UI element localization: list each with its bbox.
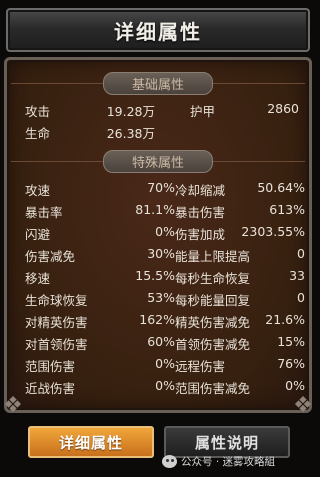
stat-value: 0 [297,290,305,305]
stat-value: 15.5% [135,268,175,283]
ornament-icon: ❖ [3,393,23,418]
special-section-header: 特殊属性 [7,149,309,173]
attributes-panel: 基础属性 攻击 19.28万 护甲 2860 生命 26.38万 特殊属性 攻速… [3,57,313,418]
stat-row: 对首领伤害 60% 首领伤害减免 15% [25,334,305,356]
page-title: 详细属性 [114,19,202,44]
stat-row: 近战伤害 0% 范围伤害减免 0% [25,378,305,400]
stat-label: 生命 [25,126,51,141]
stat-label: 暴击伤害 [175,205,226,220]
stat-label: 能量上限提高 [175,249,251,264]
stat-label: 每秒生命恢复 [175,271,251,286]
stat-row: 生命球恢复 53% 每秒能量回复 0 [25,290,305,312]
stat-label: 远程伤害 [175,359,226,374]
stat-value: 0% [155,378,175,393]
stat-label: 伤害减免 [25,249,76,264]
stat-label: 每秒能量回复 [175,293,251,308]
basic-section-header: 基础属性 [7,71,309,95]
stat-label: 攻击 [25,104,51,119]
stat-row: 暴击率 81.1% 暴击伤害 613% [25,202,305,224]
tab-detailed-attributes[interactable]: 详细属性 [28,426,154,458]
stat-label: 攻速 [25,183,51,198]
stat-label: 对精英伤害 [25,315,88,330]
stat-value: 613% [269,202,305,217]
watermark-text: 公众号 · 迷雾攻略組 [181,455,276,468]
stat-value: 76% [277,356,305,371]
stat-label: 对首领伤害 [25,337,88,352]
stat-value: 19.28万 [106,104,155,119]
stat-label: 移速 [25,271,51,286]
stat-label: 闪避 [25,227,51,242]
stat-label: 范围伤害 [25,359,76,374]
stat-row: 生命 26.38万 [25,123,305,145]
special-section-title: 特殊属性 [102,149,213,173]
basic-section-title: 基础属性 [102,71,213,95]
stat-label: 近战伤害 [25,381,76,396]
stat-value: 162% [139,312,175,327]
stat-row: 攻击 19.28万 护甲 2860 [25,101,305,123]
stat-label: 首领伤害减免 [175,337,251,352]
stat-value: 26.38万 [106,126,155,141]
stat-label: 生命球恢复 [25,293,88,308]
stat-label: 伤害加成 [175,227,226,242]
stat-label: 护甲 [190,104,216,119]
stat-value: 0 [297,246,305,261]
stat-value: 70% [147,180,175,195]
stat-row: 闪避 0% 伤害加成 2303.55% [25,224,305,246]
stat-row: 对精英伤害 162% 精英伤害减免 21.6% [25,312,305,334]
stat-row: 攻速 70% 冷却缩减 50.64% [25,180,305,202]
stat-value: 2303.55% [241,224,305,239]
stat-value: 60% [147,334,175,349]
stat-value: 0% [155,224,175,239]
stat-value: 50.64% [257,180,305,195]
stat-row: 伤害减免 30% 能量上限提高 0 [25,246,305,268]
stat-value: 53% [147,290,175,305]
stat-value: 2860 [267,101,299,116]
stat-value: 33 [289,268,305,283]
stat-value: 15% [277,334,305,349]
stat-label: 冷却缩减 [175,183,226,198]
page-header: 详细属性 [6,8,310,52]
stat-label: 精英伤害减免 [175,315,251,330]
ornament-icon: ❖ [293,393,313,418]
stat-row: 范围伤害 0% 远程伤害 76% [25,356,305,378]
watermark: 公众号 · 迷雾攻略組 [162,452,312,470]
stat-value: 30% [147,246,175,261]
stat-label: 暴击率 [25,205,63,220]
stat-row: 移速 15.5% 每秒生命恢复 33 [25,268,305,290]
stat-value: 21.6% [265,312,305,327]
stat-value: 0% [285,378,305,393]
wechat-icon [162,454,177,468]
stat-value: 0% [155,356,175,371]
stat-value: 81.1% [135,202,175,217]
stat-label: 范围伤害减免 [175,381,251,396]
